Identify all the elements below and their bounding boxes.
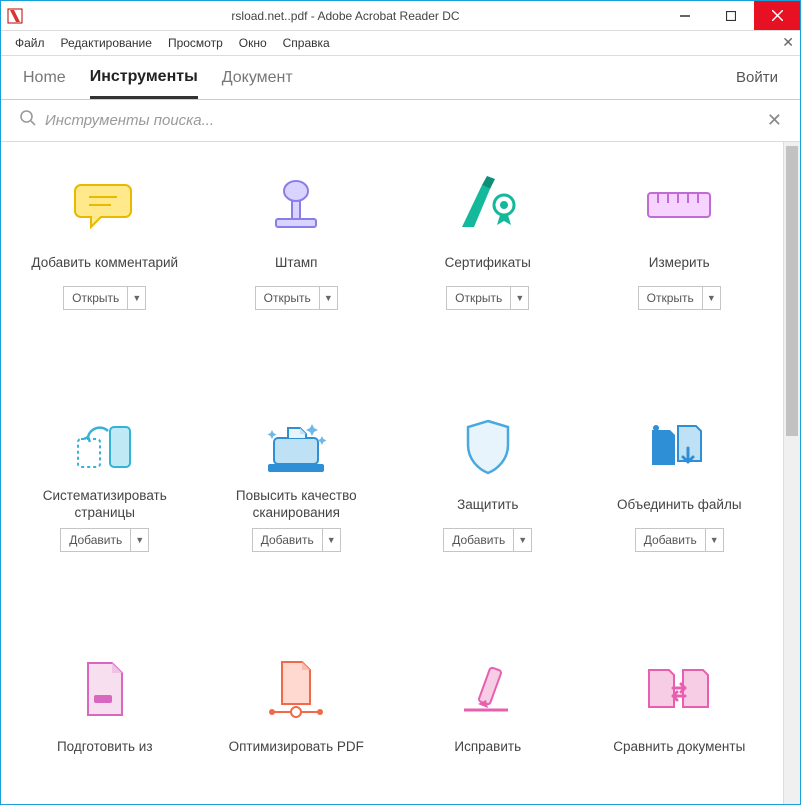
tool-measure[interactable]: Измерить Открыть▼ <box>584 170 776 310</box>
tool-label: Измерить <box>649 246 710 280</box>
organize-pages-icon <box>65 412 145 482</box>
tool-label: Сертификаты <box>445 246 531 280</box>
document-close-icon[interactable]: ✕ <box>782 34 794 51</box>
menu-view[interactable]: Просмотр <box>160 31 231 56</box>
tool-action-button[interactable]: Добавить▼ <box>443 528 532 552</box>
optimize-pdf-icon <box>256 654 336 724</box>
tools-grid-container: Добавить комментарий Открыть▼ Штамп Откр… <box>1 142 783 804</box>
comment-icon <box>65 170 145 240</box>
ruler-icon <box>639 170 719 240</box>
app-icon <box>1 1 29 30</box>
prepare-form-icon <box>65 654 145 724</box>
tab-tools[interactable]: Инструменты <box>90 58 198 99</box>
titlebar: rsload.net..pdf - Adobe Acrobat Reader D… <box>1 1 800 31</box>
search-bar: ✕ <box>1 100 800 142</box>
tool-label: Подготовить из <box>57 730 153 764</box>
enhance-scan-icon <box>256 412 336 482</box>
scrollbar[interactable] <box>783 142 800 804</box>
tool-protect[interactable]: Защитить Добавить▼ <box>392 412 584 552</box>
clear-search-icon[interactable]: ✕ <box>767 110 782 131</box>
tool-label: Штамп <box>275 246 318 280</box>
content-area: Добавить комментарий Открыть▼ Штамп Откр… <box>1 142 800 804</box>
maximize-button[interactable] <box>708 1 754 30</box>
tool-label: Объединить файлы <box>617 488 742 522</box>
tool-action-button[interactable]: Открыть▼ <box>63 286 146 310</box>
redact-icon <box>448 654 528 724</box>
tool-prepare-from[interactable]: Подготовить из <box>9 654 201 764</box>
tool-certificates[interactable]: Сертификаты Открыть▼ <box>392 170 584 310</box>
search-input[interactable] <box>45 112 767 129</box>
tab-document[interactable]: Документ <box>222 59 293 97</box>
scrollbar-thumb[interactable] <box>786 146 798 436</box>
tab-home[interactable]: Home <box>23 59 66 97</box>
tool-action-button[interactable]: Добавить▼ <box>252 528 341 552</box>
combine-files-icon <box>639 412 719 482</box>
shield-icon <box>448 412 528 482</box>
tool-enhance-scan[interactable]: Повысить качество сканирования Добавить▼ <box>201 412 393 552</box>
menu-window[interactable]: Окно <box>231 31 275 56</box>
menubar: Файл Редактирование Просмотр Окно Справк… <box>1 31 800 56</box>
tool-label: Оптимизировать PDF <box>229 730 364 764</box>
app-window: rsload.net..pdf - Adobe Acrobat Reader D… <box>0 0 801 805</box>
tool-label: Повысить качество сканирования <box>207 488 387 522</box>
tools-grid: Добавить комментарий Открыть▼ Штамп Откр… <box>9 170 775 764</box>
tool-action-button[interactable]: Добавить▼ <box>635 528 724 552</box>
tab-bar: Home Инструменты Документ Войти <box>1 56 800 100</box>
tool-action-button[interactable]: Открыть▼ <box>255 286 338 310</box>
tool-compare-documents[interactable]: Сравнить документы <box>584 654 776 764</box>
stamp-icon <box>256 170 336 240</box>
close-button[interactable] <box>754 1 800 30</box>
tool-action-button[interactable]: Открыть▼ <box>446 286 529 310</box>
tool-stamp[interactable]: Штамп Открыть▼ <box>201 170 393 310</box>
tool-comment[interactable]: Добавить комментарий Открыть▼ <box>9 170 201 310</box>
tool-organize-pages[interactable]: Систематизировать страницы Добавить▼ <box>9 412 201 552</box>
minimize-button[interactable] <box>662 1 708 30</box>
sign-in-link[interactable]: Войти <box>736 69 778 86</box>
tool-label: Сравнить документы <box>613 730 745 764</box>
certificate-icon <box>448 170 528 240</box>
tool-label: Защитить <box>457 488 518 522</box>
tool-label: Исправить <box>454 730 521 764</box>
tool-combine-files[interactable]: Объединить файлы Добавить▼ <box>584 412 776 552</box>
search-icon <box>19 109 37 132</box>
window-title: rsload.net..pdf - Adobe Acrobat Reader D… <box>29 1 662 30</box>
tool-action-button[interactable]: Открыть▼ <box>638 286 721 310</box>
tool-action-button[interactable]: Добавить▼ <box>60 528 149 552</box>
tool-label: Систематизировать страницы <box>15 488 195 522</box>
tool-label: Добавить комментарий <box>31 246 178 280</box>
menu-file[interactable]: Файл <box>7 31 53 56</box>
tool-optimize-pdf[interactable]: Оптимизировать PDF <box>201 654 393 764</box>
menu-help[interactable]: Справка <box>275 31 338 56</box>
tool-redact[interactable]: Исправить <box>392 654 584 764</box>
menu-edit[interactable]: Редактирование <box>53 31 160 56</box>
compare-documents-icon <box>639 654 719 724</box>
